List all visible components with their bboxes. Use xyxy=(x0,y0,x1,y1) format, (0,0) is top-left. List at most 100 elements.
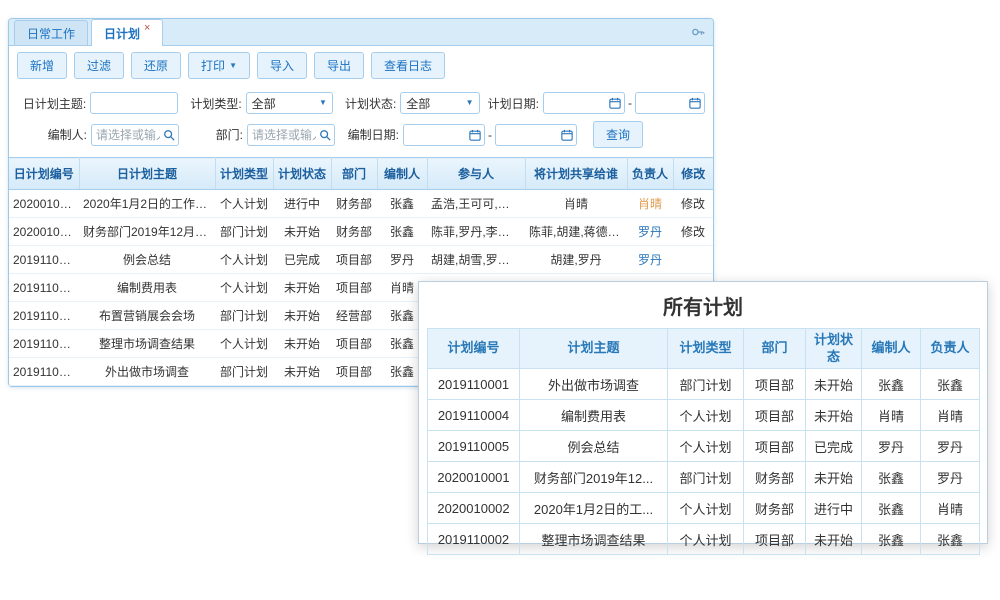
table-cell: 财务部 xyxy=(331,218,377,246)
table-cell: 个人计划 xyxy=(215,330,273,358)
column-header[interactable]: 部门 xyxy=(744,329,806,369)
table-cell[interactable]: 例会总结 xyxy=(79,246,215,274)
column-header[interactable]: 参与人 xyxy=(427,158,525,190)
author-picker xyxy=(91,124,179,146)
filter-button[interactable]: 过滤 xyxy=(74,52,124,79)
calendar-icon[interactable] xyxy=(609,97,621,109)
table-row[interactable]: 2020010001财务部门2019年12月的...部门计划未开始财务部张鑫陈菲… xyxy=(9,218,713,246)
table-row[interactable]: 2020010001财务部门2019年12...部门计划财务部未开始张鑫罗丹 xyxy=(428,462,980,493)
table-row[interactable]: 2019110001外出做市场调查部门计划项目部未开始张鑫张鑫 xyxy=(428,369,980,400)
query-button[interactable]: 查询 xyxy=(593,121,643,148)
table-cell: 胡建,罗丹 xyxy=(525,246,627,274)
calendar-icon[interactable] xyxy=(689,97,701,109)
date-range-separator: - xyxy=(628,96,632,110)
column-header[interactable]: 编制人 xyxy=(377,158,427,190)
calendar-icon[interactable] xyxy=(561,129,573,141)
table-cell: 罗丹 xyxy=(862,431,921,462)
table-cell: 未开始 xyxy=(273,274,331,302)
table-cell: 项目部 xyxy=(331,246,377,274)
table-cell[interactable]: 2019110001 xyxy=(9,358,79,386)
table-row[interactable]: 2019110002整理市场调查结果个人计划项目部未开始张鑫张鑫 xyxy=(428,524,980,555)
table-cell: 部门计划 xyxy=(215,218,273,246)
column-header[interactable]: 部门 xyxy=(331,158,377,190)
table-cell[interactable]: 2020010002 xyxy=(9,190,79,218)
plan-type-select[interactable]: 全部 ▼ xyxy=(246,92,333,114)
tab-label: 日计划 xyxy=(104,25,140,42)
table-row[interactable]: 20200100022020年1月2日的工...个人计划财务部进行中张鑫肖晴 xyxy=(428,493,980,524)
compile-date-from xyxy=(403,124,485,146)
subject-input[interactable] xyxy=(90,92,178,114)
table-cell[interactable]: 罗丹 xyxy=(627,218,673,246)
table-cell[interactable]: 修改 xyxy=(673,190,713,218)
plan-status-select[interactable]: 全部 ▼ xyxy=(400,92,479,114)
column-header[interactable]: 将计划共享给谁 xyxy=(525,158,627,190)
table-cell: 罗丹 xyxy=(921,462,980,493)
table-cell: 整理市场调查结果 xyxy=(520,524,668,555)
table-cell[interactable]: 2020010001 xyxy=(9,218,79,246)
export-button[interactable]: 导出 xyxy=(314,52,364,79)
table-row[interactable]: 2019110005例会总结个人计划项目部已完成罗丹罗丹 xyxy=(428,431,980,462)
table-cell[interactable]: 2019110005 xyxy=(9,246,79,274)
table-cell: 陈菲,胡建,蒋德帧... xyxy=(525,218,627,246)
table-cell: 张鑫 xyxy=(862,369,921,400)
column-header[interactable]: 日计划编号 xyxy=(9,158,79,190)
table-cell[interactable]: 2020年1月2日的工作日... xyxy=(79,190,215,218)
tab-daily-plan[interactable]: 日计划 × xyxy=(91,19,163,46)
table-cell: 肖晴 xyxy=(921,493,980,524)
view-log-button[interactable]: 查看日志 xyxy=(371,52,445,79)
table-cell[interactable]: 外出做市场调查 xyxy=(79,358,215,386)
table-row[interactable]: 2019110004编制费用表个人计划项目部未开始肖晴肖晴 xyxy=(428,400,980,431)
import-button[interactable]: 导入 xyxy=(257,52,307,79)
tab-close-icon[interactable]: × xyxy=(144,22,150,34)
column-header[interactable]: 计划类型 xyxy=(668,329,744,369)
table-cell[interactable]: 编制费用表 xyxy=(79,274,215,302)
table-cell: 外出做市场调查 xyxy=(520,369,668,400)
caret-down-icon: ▼ xyxy=(229,62,237,70)
table-cell: 部门计划 xyxy=(215,358,273,386)
caret-down-icon: ▼ xyxy=(466,99,474,107)
new-button[interactable]: 新增 xyxy=(17,52,67,79)
table-cell[interactable]: 肖晴 xyxy=(627,190,673,218)
restore-button[interactable]: 还原 xyxy=(131,52,181,79)
column-header[interactable]: 负责人 xyxy=(627,158,673,190)
table-cell xyxy=(673,246,713,274)
button-label: 新增 xyxy=(30,57,54,74)
column-header[interactable]: 计划编号 xyxy=(428,329,520,369)
calendar-icon[interactable] xyxy=(469,129,481,141)
selected-value: 全部 xyxy=(252,95,276,112)
tab-daily-work[interactable]: 日常工作 xyxy=(14,20,88,45)
search-icon[interactable] xyxy=(163,129,175,141)
table-cell: 肖晴 xyxy=(862,400,921,431)
print-button[interactable]: 打印 ▼ xyxy=(188,52,250,79)
table-cell: 部门计划 xyxy=(215,302,273,330)
tab-bar: 日常工作 日计划 × xyxy=(9,19,713,46)
column-header[interactable]: 计划类型 xyxy=(215,158,273,190)
table-cell[interactable]: 财务部门2019年12月的... xyxy=(79,218,215,246)
table-cell[interactable]: 修改 xyxy=(673,218,713,246)
column-header[interactable]: 负责人 xyxy=(921,329,980,369)
key-icon[interactable] xyxy=(691,25,705,44)
table-cell[interactable]: 罗丹 xyxy=(627,246,673,274)
column-header[interactable]: 计划状态 xyxy=(273,158,331,190)
table-cell: 张鑫 xyxy=(862,524,921,555)
table-cell[interactable]: 2019110003 xyxy=(9,302,79,330)
column-header[interactable]: 编制人 xyxy=(862,329,921,369)
table-cell[interactable]: 2019110004 xyxy=(9,274,79,302)
column-header[interactable]: 修改 xyxy=(673,158,713,190)
table-cell[interactable]: 2019110002 xyxy=(9,330,79,358)
table-cell: 2020年1月2日的工... xyxy=(520,493,668,524)
search-icon[interactable] xyxy=(319,129,331,141)
column-header[interactable]: 日计划主题 xyxy=(79,158,215,190)
table-cell: 个人计划 xyxy=(668,493,744,524)
table-cell: 未开始 xyxy=(806,369,862,400)
table-row[interactable]: 20200100022020年1月2日的工作日...个人计划进行中财务部张鑫孟浩… xyxy=(9,190,713,218)
table-row[interactable]: 2019110005例会总结个人计划已完成项目部罗丹胡建,胡雪,罗丹,任晓...… xyxy=(9,246,713,274)
selected-value: 全部 xyxy=(406,95,430,112)
table-cell[interactable]: 布置营销展会会场 xyxy=(79,302,215,330)
table-cell: 2019110001 xyxy=(428,369,520,400)
column-header[interactable]: 计划主题 xyxy=(520,329,668,369)
button-label: 还原 xyxy=(144,57,168,74)
column-header[interactable]: 计划状态 xyxy=(806,329,862,369)
table-cell[interactable]: 整理市场调查结果 xyxy=(79,330,215,358)
table-cell: 罗丹 xyxy=(377,246,427,274)
